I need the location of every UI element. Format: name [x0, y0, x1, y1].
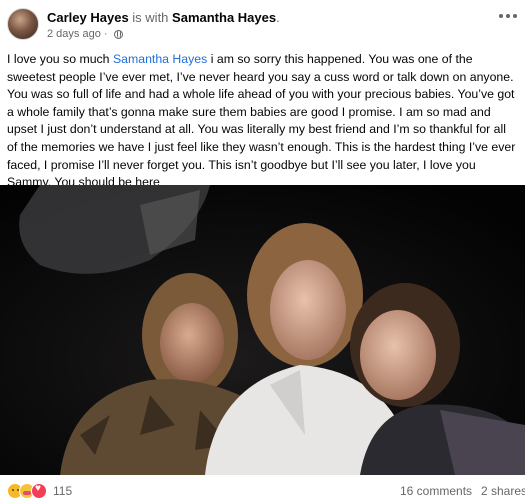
author-line: Carley Hayes is with Samantha Hayes.: [47, 10, 280, 25]
love-icon: [31, 483, 47, 499]
more-options-icon[interactable]: [499, 14, 517, 18]
period: .: [276, 10, 280, 25]
meta-separator: ·: [103, 28, 108, 40]
post-text-tag-link[interactable]: Samantha Hayes: [113, 52, 207, 66]
reaction-count[interactable]: 115: [53, 484, 72, 498]
post-text-start: I love you so much: [7, 52, 113, 66]
author-name[interactable]: Carley Hayes: [47, 10, 129, 25]
shares-count[interactable]: 2 shares: [481, 484, 525, 498]
post-meta: 2 days ago ·: [47, 28, 123, 40]
reactions-summary[interactable]: 115: [7, 483, 72, 499]
post-footer: 115 16 comments 2 shares: [0, 475, 525, 501]
post-timestamp[interactable]: 2 days ago: [47, 28, 101, 40]
tagged-person-name[interactable]: Samantha Hayes: [172, 10, 276, 25]
post-photo[interactable]: [0, 185, 525, 475]
author-avatar[interactable]: [7, 8, 39, 40]
with-label: is with: [132, 10, 169, 25]
post-text-body: i am so sorry this happened. You was one…: [7, 52, 516, 190]
post-header: Carley Hayes is with Samantha Hayes. 2 d…: [7, 8, 517, 42]
globe-icon: [113, 30, 123, 39]
comments-count[interactable]: 16 comments: [400, 484, 472, 498]
